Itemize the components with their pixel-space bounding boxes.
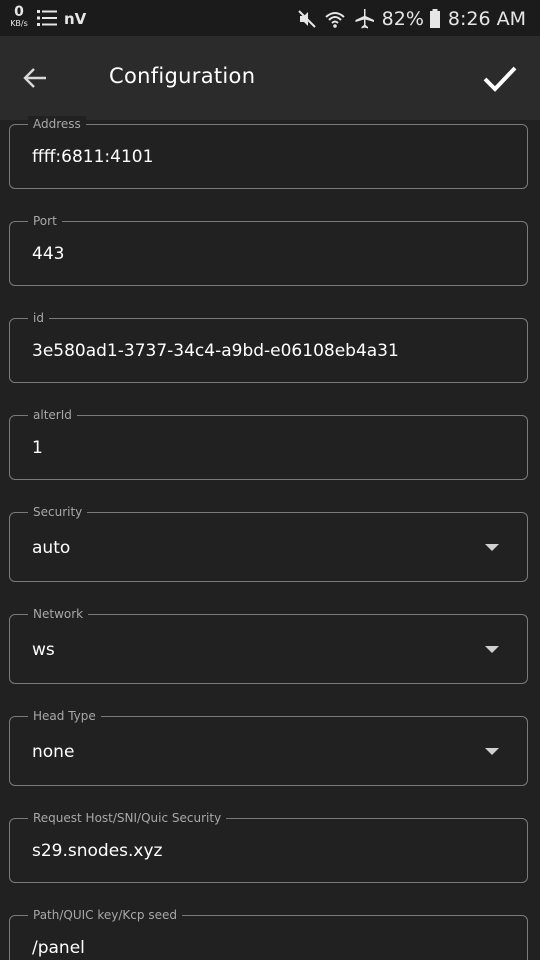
network-dropdown[interactable]: Network ws — [9, 606, 528, 684]
status-bar: 0 KB/s nV 82% 8:26 AM — [0, 0, 540, 36]
alter-id-label: alterId — [28, 407, 77, 423]
security-value: auto — [32, 538, 71, 558]
page-title: Configuration — [109, 64, 256, 88]
airplane-icon — [355, 9, 374, 29]
network-speed-unit: KB/s — [10, 19, 28, 28]
address-field[interactable]: Address ffff:6811:4101 — [9, 116, 528, 189]
alter-id-field[interactable]: alterId 1 — [9, 407, 528, 480]
security-dropdown[interactable]: Security auto — [9, 504, 528, 582]
head-type-value: none — [32, 742, 75, 762]
network-speed-value: 0 — [14, 4, 24, 20]
id-field[interactable]: id 3e580ad1-3737-34c4-a9bd-e06108eb4a31 — [9, 310, 528, 383]
chevron-down-icon — [485, 646, 499, 653]
configuration-screen: 0 KB/s nV 82% 8:26 AM Configuration Addr… — [0, 0, 540, 960]
battery-icon — [429, 9, 440, 28]
battery-percent: 82% — [381, 8, 424, 30]
wifi-icon — [324, 12, 345, 28]
mute-icon — [297, 10, 316, 28]
port-field[interactable]: Port 443 — [9, 213, 528, 286]
arrow-back-icon — [23, 68, 46, 88]
address-label: Address — [28, 116, 86, 132]
security-label: Security — [28, 504, 88, 520]
back-button[interactable] — [18, 61, 52, 95]
check-icon — [483, 66, 517, 92]
app-bar: Configuration — [0, 36, 540, 120]
chevron-down-icon — [485, 544, 499, 551]
id-value[interactable]: 3e580ad1-3737-34c4-a9bd-e06108eb4a31 — [32, 341, 399, 361]
request-host-value[interactable]: s29.snodes.xyz — [32, 841, 162, 861]
save-button[interactable] — [480, 60, 520, 98]
port-value[interactable]: 443 — [32, 244, 64, 264]
head-type-label: Head Type — [28, 708, 101, 724]
chevron-down-icon — [485, 748, 499, 755]
app-indicator: nV — [64, 10, 87, 28]
id-label: id — [28, 310, 49, 326]
alter-id-value[interactable]: 1 — [32, 438, 43, 458]
status-icons: 82% 8:26 AM — [297, 6, 526, 32]
head-type-dropdown[interactable]: Head Type none — [9, 708, 528, 786]
request-host-field[interactable]: Request Host/SNI/Quic Security s29.snode… — [9, 810, 528, 883]
address-value[interactable]: ffff:6811:4101 — [32, 147, 153, 167]
clock: 8:26 AM — [447, 8, 526, 30]
port-label: Port — [28, 213, 62, 229]
network-value: ws — [32, 640, 55, 660]
list-icon — [37, 9, 57, 31]
request-host-label: Request Host/SNI/Quic Security — [28, 810, 227, 826]
path-value[interactable]: /panel — [32, 938, 85, 958]
path-label: Path/QUIC key/Kcp seed — [28, 907, 182, 923]
network-label: Network — [28, 606, 89, 622]
network-speed-indicator: 0 KB/s — [8, 5, 30, 28]
path-field[interactable]: Path/QUIC key/Kcp seed /panel — [9, 907, 528, 960]
